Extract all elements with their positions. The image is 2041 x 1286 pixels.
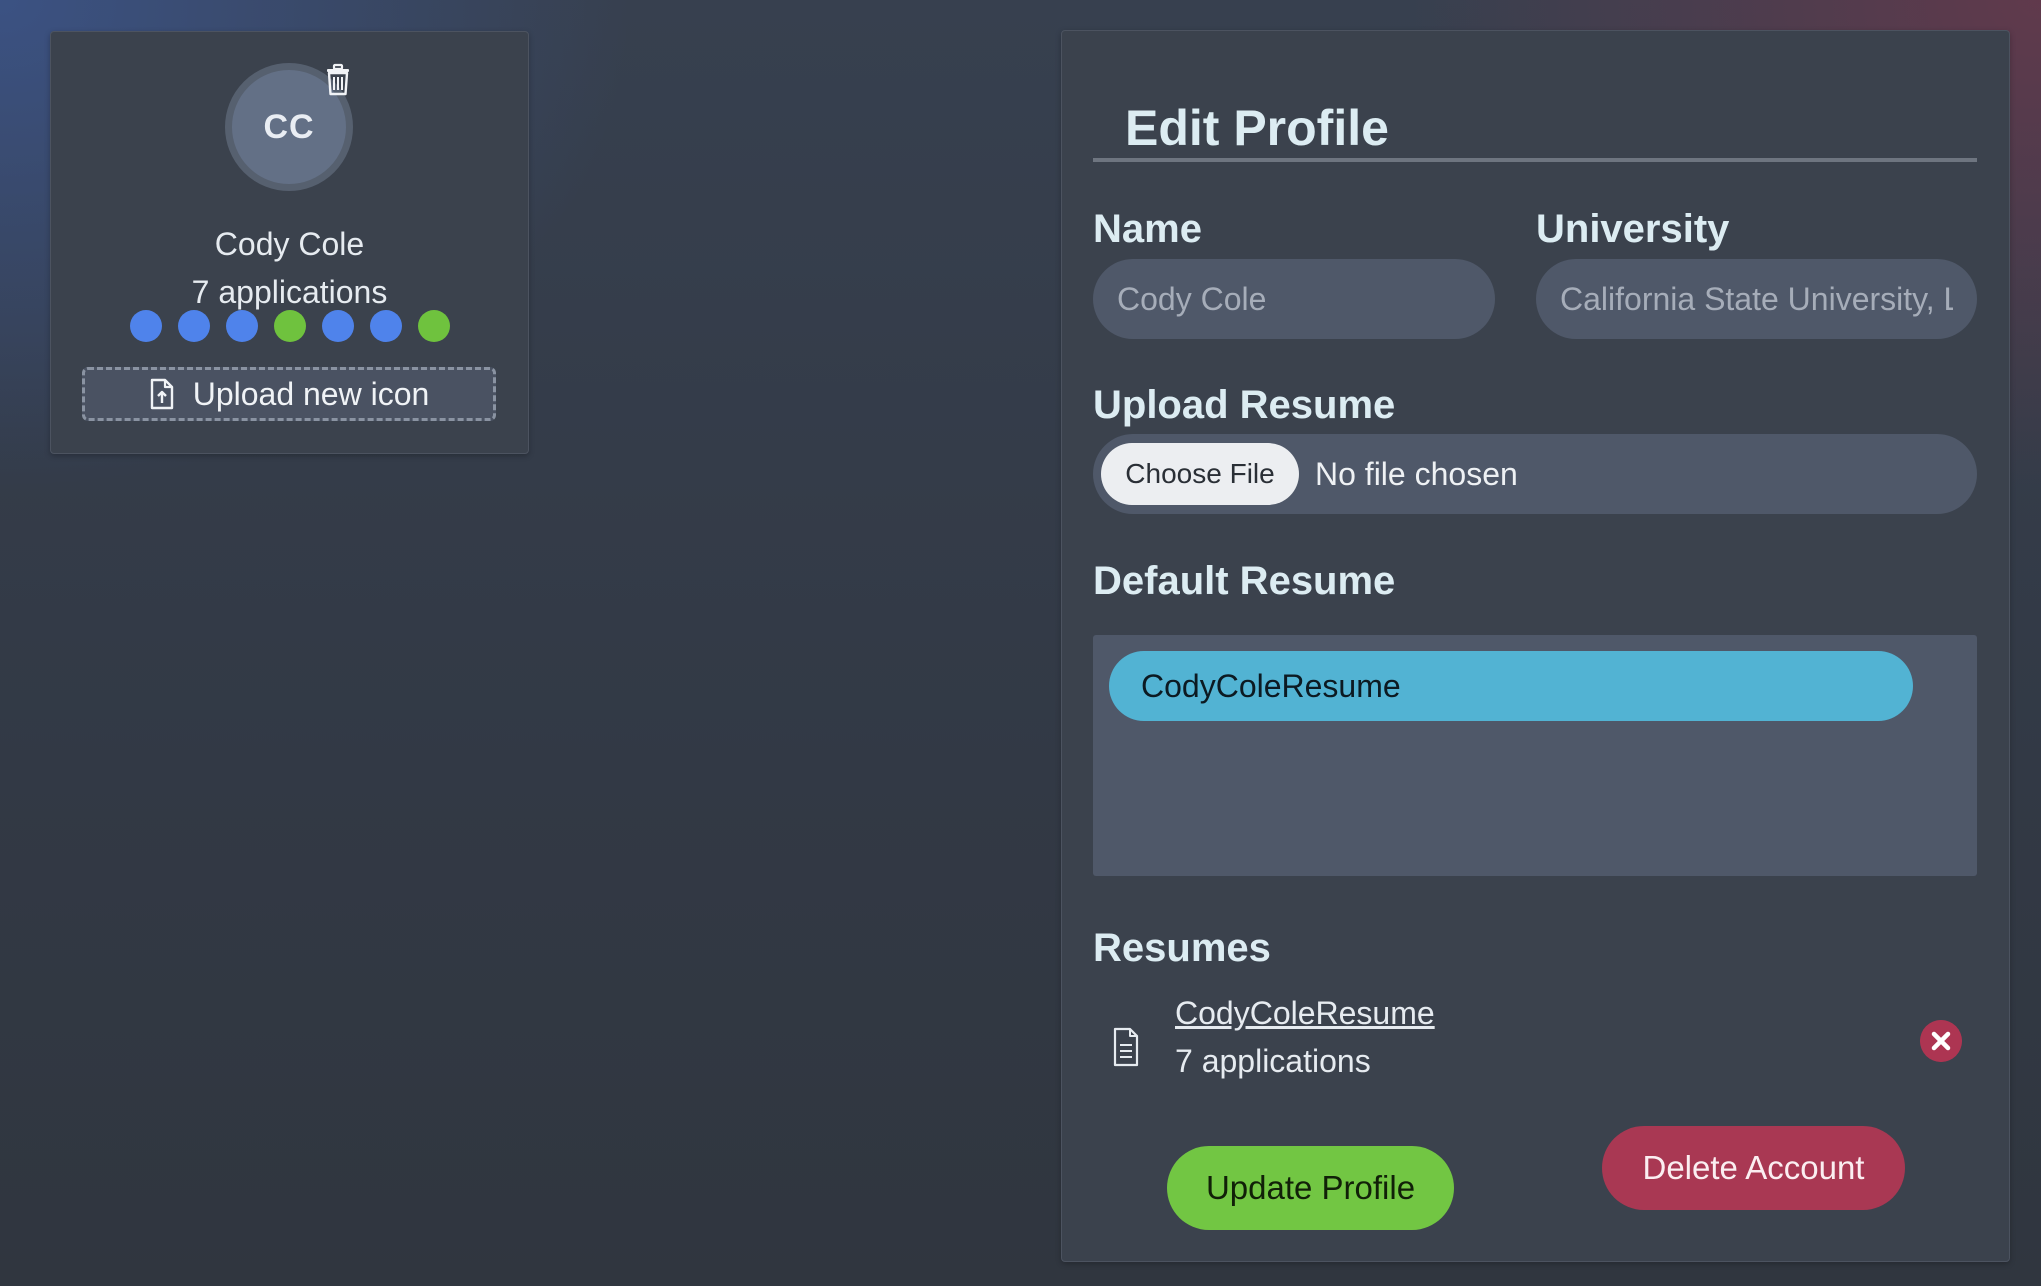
file-upload-icon (150, 378, 173, 410)
status-dot (226, 310, 258, 342)
resumes-label: Resumes (1093, 926, 1271, 970)
profile-name: Cody Cole (214, 226, 365, 262)
upload-resume-label: Upload Resume (1093, 383, 1396, 427)
status-dot (418, 310, 450, 342)
trash-icon[interactable] (321, 63, 355, 97)
status-dot (370, 310, 402, 342)
status-dot (322, 310, 354, 342)
resume-application-count: 7 applications (1175, 1043, 1371, 1079)
application-count: 7 applications (191, 274, 388, 310)
application-status-dots (130, 310, 450, 342)
name-input[interactable] (1093, 259, 1495, 339)
profile-card: CC Cody Cole 7 applications Upload new i… (50, 31, 529, 454)
status-dot (130, 310, 162, 342)
page-title: Edit Profile (1125, 100, 1389, 156)
upload-new-icon-label: Upload new icon (192, 375, 430, 412)
default-resume-select[interactable]: CodyColeResume (1093, 635, 1977, 876)
delete-account-button[interactable]: Delete Account (1602, 1126, 1905, 1210)
choose-file-button[interactable]: Choose File (1101, 443, 1299, 505)
resume-link[interactable]: CodyColeResume (1175, 995, 1435, 1032)
status-dot (178, 310, 210, 342)
university-input[interactable] (1536, 259, 1977, 339)
upload-new-icon-button[interactable]: Upload new icon (82, 367, 496, 421)
avatar-initials: CC (263, 107, 315, 146)
title-divider (1093, 158, 1977, 162)
remove-icon[interactable] (1920, 1020, 1962, 1062)
default-resume-option[interactable]: CodyColeResume (1109, 651, 1913, 721)
file-status-text: No file chosen (1315, 456, 1518, 492)
default-resume-label: Default Resume (1093, 559, 1396, 603)
update-profile-button[interactable]: Update Profile (1167, 1146, 1454, 1230)
resume-file-input[interactable]: Choose File No file chosen (1093, 434, 1977, 514)
university-label: University (1536, 207, 1730, 251)
document-icon (1113, 1027, 1139, 1067)
resume-list-item: CodyColeResume 7 applications (1093, 991, 1977, 1101)
status-dot (274, 310, 306, 342)
name-label: Name (1093, 207, 1202, 251)
edit-profile-panel: Edit Profile Name University Upload Resu… (1061, 30, 2010, 1262)
